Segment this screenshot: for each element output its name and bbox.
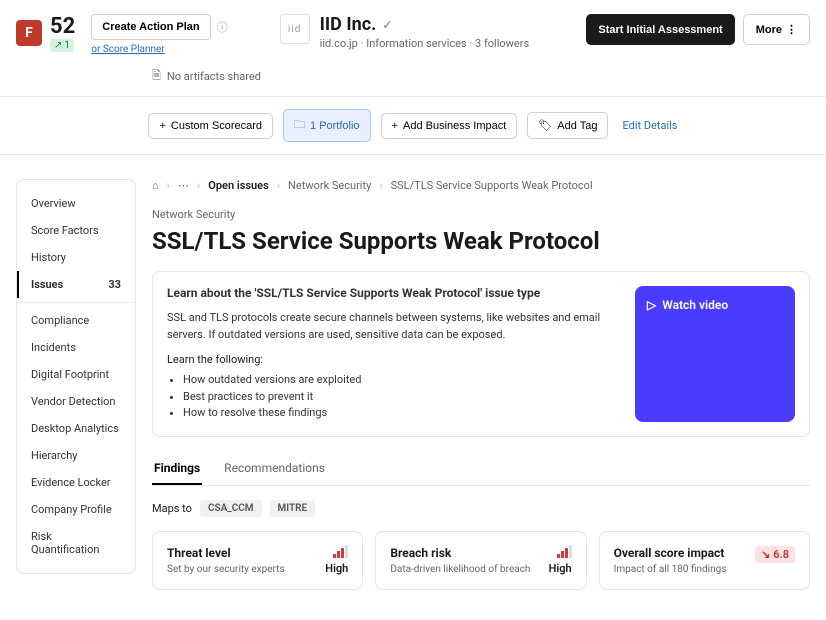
arrow-down-icon: ↘ — [761, 548, 770, 561]
sidebar-item-evidence-locker[interactable]: Evidence Locker — [17, 469, 135, 496]
breadcrumb-open-issues[interactable]: Open issues — [208, 179, 268, 192]
sidebar: Overview Score Factors History Issues33 … — [16, 179, 136, 574]
score-impact-card: Overall score impact Impact of all 180 f… — [599, 531, 810, 590]
card-subtitle: Impact of all 180 findings — [614, 564, 727, 575]
score-value: 52 — [50, 14, 75, 39]
learn-subtitle: Learn the following: — [167, 353, 621, 366]
folder-icon: 🗀 — [294, 116, 305, 135]
score-planner-link[interactable]: or Score Planner — [91, 44, 164, 55]
signal-bars-icon — [325, 546, 348, 558]
sidebar-item-company-profile[interactable]: Company Profile — [17, 496, 135, 523]
learn-body: SSL and TLS protocols create secure chan… — [167, 310, 621, 343]
portfolio-button[interactable]: 🗀1 Portfolio — [283, 109, 371, 142]
create-action-plan-button[interactable]: Create Action Plan — [91, 14, 210, 40]
sidebar-item-score-factors[interactable]: Score Factors — [17, 217, 135, 244]
sidebar-item-desktop-analytics[interactable]: Desktop Analytics — [17, 415, 135, 442]
plus-icon: + — [159, 120, 165, 132]
sidebar-item-risk-quantification[interactable]: Risk Quantification — [17, 523, 135, 563]
grade-badge: F — [16, 20, 42, 46]
learn-title: Learn about the 'SSL/TLS Service Support… — [167, 286, 621, 300]
page-title: SSL/TLS Service Supports Weak Protocol — [152, 227, 810, 255]
breadcrumb-current: SSL/TLS Service Supports Weak Protocol — [391, 179, 593, 192]
threat-level-card: Threat level Set by our security experts… — [152, 531, 363, 590]
tab-recommendations[interactable]: Recommendations — [222, 453, 327, 485]
learn-box: Learn about the 'SSL/TLS Service Support… — [152, 271, 810, 437]
sidebar-item-vendor-detection[interactable]: Vendor Detection — [17, 388, 135, 415]
breadcrumb: ⌂ › ⋯ › Open issues › Network Security ›… — [152, 179, 810, 192]
ellipsis-icon[interactable]: ⋯ — [178, 179, 189, 192]
breach-risk-card: Breach risk Data-driven likelihood of br… — [375, 531, 586, 590]
card-title: Breach risk — [390, 546, 530, 560]
card-subtitle: Data-driven likelihood of breach — [390, 564, 530, 575]
plus-icon: + — [392, 120, 398, 132]
play-icon: ▷ — [647, 298, 656, 312]
learn-item: How to resolve these findings — [183, 405, 621, 422]
sidebar-item-overview[interactable]: Overview — [17, 190, 135, 217]
sidebar-item-incidents[interactable]: Incidents — [17, 334, 135, 361]
card-subtitle: Set by our security experts — [167, 564, 285, 575]
sidebar-item-issues[interactable]: Issues33 — [17, 271, 135, 298]
maps-to-label: Maps to — [152, 502, 192, 515]
custom-scorecard-button[interactable]: +Custom Scorecard — [148, 113, 273, 139]
sidebar-item-history[interactable]: History — [17, 244, 135, 271]
sidebar-item-compliance[interactable]: Compliance — [17, 307, 135, 334]
chevron-right-icon: › — [379, 179, 382, 192]
add-business-impact-button[interactable]: +Add Business Impact — [381, 113, 518, 139]
learn-item: How outdated versions are exploited — [183, 372, 621, 389]
artifacts-row: 🗎 No artifacts shared — [152, 67, 810, 86]
document-icon: 🗎 — [152, 67, 161, 86]
card-title: Overall score impact — [614, 546, 727, 560]
edit-details-link[interactable]: Edit Details — [622, 119, 677, 132]
sidebar-item-digital-footprint[interactable]: Digital Footprint — [17, 361, 135, 388]
learn-item: Best practices to prevent it — [183, 389, 621, 406]
map-tag-csa[interactable]: CSA_CCM — [200, 500, 262, 517]
company-logo: iid — [280, 14, 310, 44]
map-tag-mitre[interactable]: MITRE — [270, 500, 316, 517]
card-title: Threat level — [167, 546, 285, 560]
company-meta: iid.co.jp · Information services · 3 fol… — [320, 37, 530, 50]
verified-icon: ✓ — [382, 18, 392, 32]
signal-bars-icon — [549, 546, 572, 558]
chevron-right-icon: › — [197, 179, 200, 192]
page-subtitle: Network Security — [152, 208, 810, 221]
watch-video-button[interactable]: ▷ Watch video — [635, 286, 795, 422]
breadcrumb-category[interactable]: Network Security — [288, 179, 371, 192]
chevron-right-icon: › — [277, 179, 280, 192]
sidebar-item-hierarchy[interactable]: Hierarchy — [17, 442, 135, 469]
add-tag-button[interactable]: 🏷Add Tag — [527, 112, 608, 139]
breach-value: High — [549, 562, 572, 575]
threat-value: High — [325, 562, 348, 575]
company-name: IID Inc. ✓ — [320, 14, 530, 35]
score-delta: ↗1 — [50, 39, 74, 52]
info-icon[interactable]: ⓘ — [217, 19, 228, 35]
start-assessment-button[interactable]: Start Initial Assessment — [586, 14, 734, 45]
impact-badge: ↘6.8 — [755, 546, 795, 563]
tag-icon: 🏷 — [538, 119, 552, 132]
more-button[interactable]: More⋮ — [743, 14, 810, 45]
chevron-right-icon: › — [167, 179, 170, 192]
home-icon[interactable]: ⌂ — [152, 179, 159, 192]
tab-findings[interactable]: Findings — [152, 453, 202, 485]
